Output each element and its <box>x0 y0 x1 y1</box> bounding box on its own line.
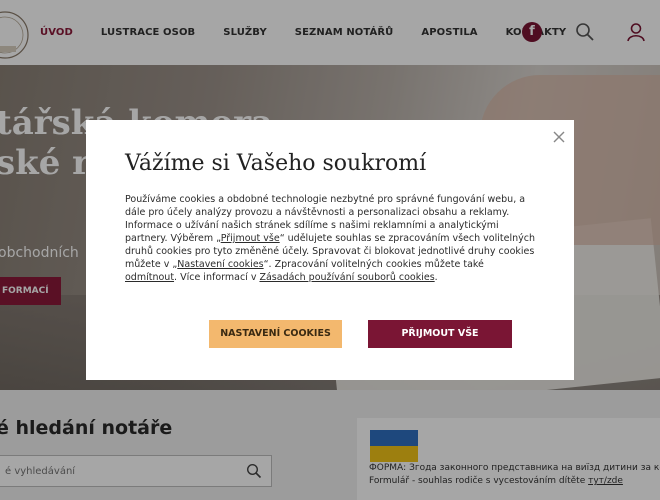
cookie-dialog-text: Používáme cookies a obdobné technologie … <box>125 194 535 283</box>
cookie-settings-button[interactable]: NASTAVENÍ COOKIES <box>209 320 342 348</box>
close-icon[interactable] <box>552 129 566 143</box>
reject-cookies-link[interactable]: odmítnout <box>125 272 174 283</box>
accept-all-link[interactable]: Přijmout vše <box>221 233 280 244</box>
cookie-consent-dialog: Vážíme si Vašeho soukromí Používáme cook… <box>86 120 574 380</box>
cookie-settings-link[interactable]: Nastavení cookies <box>177 259 263 270</box>
cookie-policy-link[interactable]: Zásadách používání souborů cookies <box>259 272 434 283</box>
cookie-dialog-title: Vážíme si Vašeho soukromí <box>125 151 427 176</box>
accept-all-button[interactable]: PŘIJMOUT VŠE <box>368 320 512 348</box>
